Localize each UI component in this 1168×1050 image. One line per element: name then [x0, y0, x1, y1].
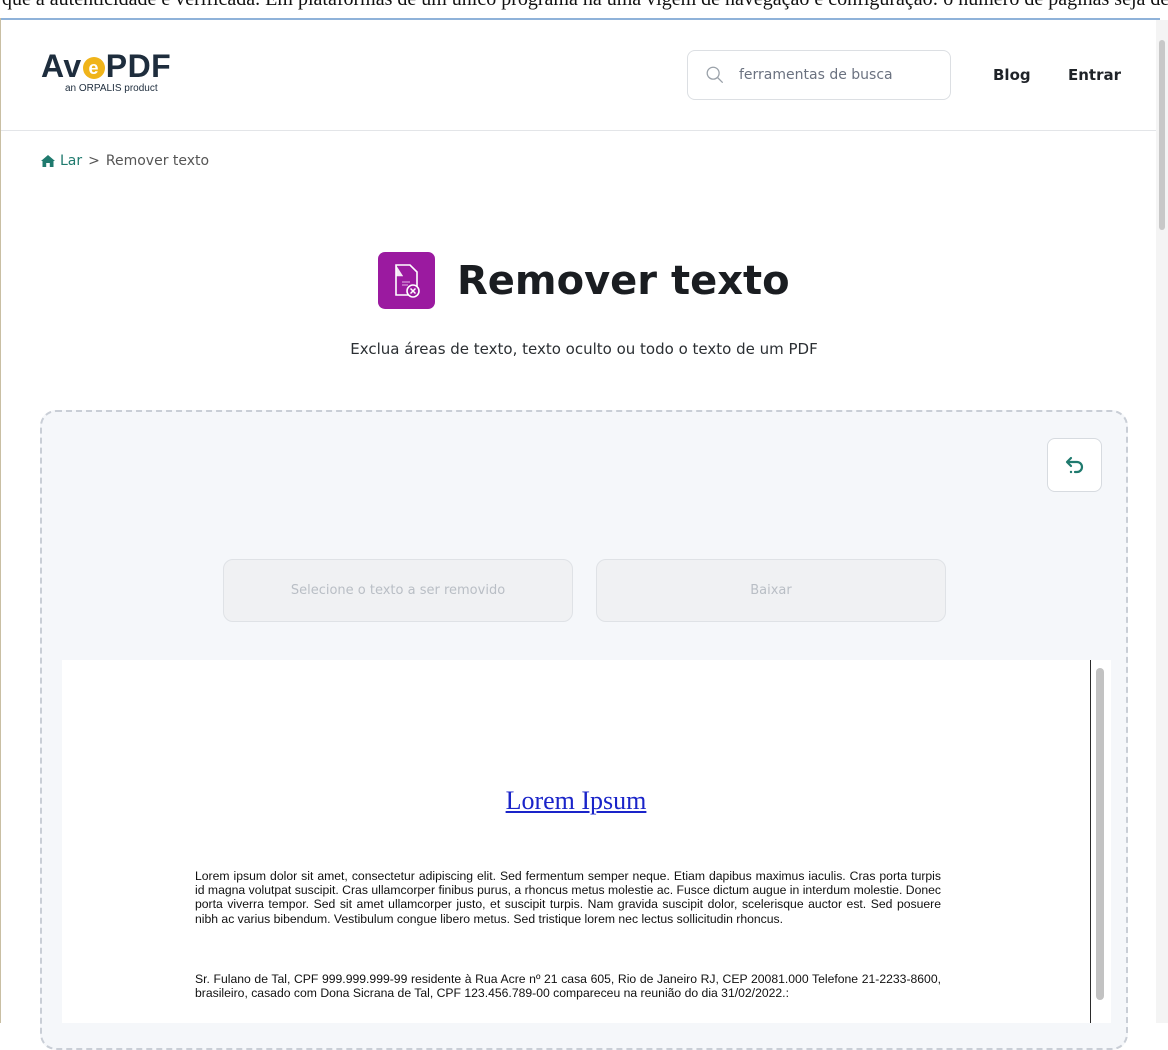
search-box[interactable]: ferramentas de busca — [687, 50, 951, 100]
window-left-border — [0, 18, 1, 1023]
document-paragraph[interactable]: Sr. Fulano de Tal, CPF 999.999.999-99 re… — [195, 972, 941, 1000]
page-subtitle: Exclua áreas de texto, texto oculto ou t… — [350, 340, 818, 358]
document-paragraph[interactable]: Lorem ipsum dolor sit amet, consectetur … — [195, 869, 941, 926]
breadcrumb-home-label[interactable]: Lar — [60, 153, 82, 169]
document-title-link[interactable]: Lorem Ipsum — [62, 786, 1090, 816]
page-title-row: Remover texto — [378, 252, 790, 309]
select-text-button[interactable]: Selecione o texto a ser removido — [223, 559, 573, 622]
nav-blog-link[interactable]: Blog — [993, 66, 1031, 84]
breadcrumb: Lar > Remover texto — [40, 153, 209, 169]
site-header: Av e PDF an ORPALIS product ferramentas de… — [1, 20, 1157, 131]
page-scrollbar-thumb[interactable] — [1159, 40, 1165, 230]
logo-e-mark: e — [82, 57, 105, 79]
undo-button[interactable] — [1047, 438, 1102, 492]
download-button[interactable]: Baixar — [596, 559, 946, 622]
breadcrumb-home[interactable]: Lar — [40, 153, 82, 169]
avepdf-logo[interactable]: Av e PDF an ORPALIS product — [41, 50, 201, 110]
remove-text-icon — [378, 252, 435, 309]
undo-icon — [1065, 456, 1083, 474]
breadcrumb-current: Remover texto — [105, 153, 210, 169]
breadcrumb-separator: > — [88, 153, 100, 169]
logo-text-left: Av — [41, 48, 82, 84]
browser-top-strip: que a autenticidade é verificada. Em pla… — [0, 0, 1168, 18]
logo-subtitle: an ORPALIS product — [65, 83, 158, 94]
logo-text-right: PDF — [105, 48, 172, 84]
nav-login-link[interactable]: Entrar — [1068, 66, 1121, 84]
search-input[interactable]: ferramentas de busca — [739, 67, 893, 83]
page-scrollbar[interactable] — [1156, 20, 1168, 1023]
viewer-scrollbar[interactable] — [1090, 660, 1111, 1023]
overflow-text: que a autenticidade é verificada. Em pla… — [2, 0, 1168, 10]
home-icon — [41, 155, 55, 167]
search-icon — [706, 66, 723, 83]
pdf-viewer[interactable]: Lorem Ipsum Lorem ipsum dolor sit amet, … — [62, 660, 1090, 1023]
viewer-scrollbar-thumb[interactable] — [1096, 668, 1104, 1000]
page-title: Remover texto — [457, 257, 790, 304]
